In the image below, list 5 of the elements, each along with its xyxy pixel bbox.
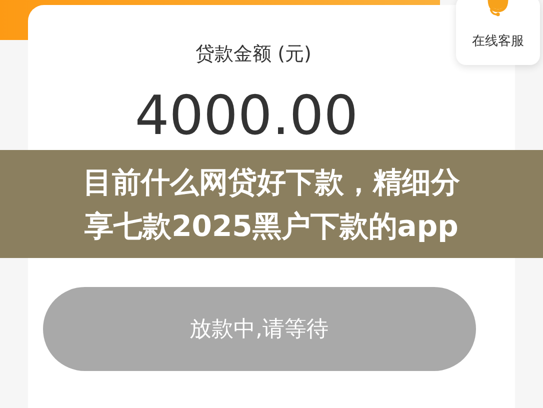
title-line: 目前什么网贷好下款，精细分 <box>83 164 460 201</box>
title-line: 享七款2025黑户下款的app <box>84 208 458 245</box>
customer-service-button[interactable]: 在线客服 <box>456 0 540 65</box>
loan-amount: 4000.00 <box>134 89 358 143</box>
loan-amount-label: 贷款金额 (元) <box>196 42 312 67</box>
